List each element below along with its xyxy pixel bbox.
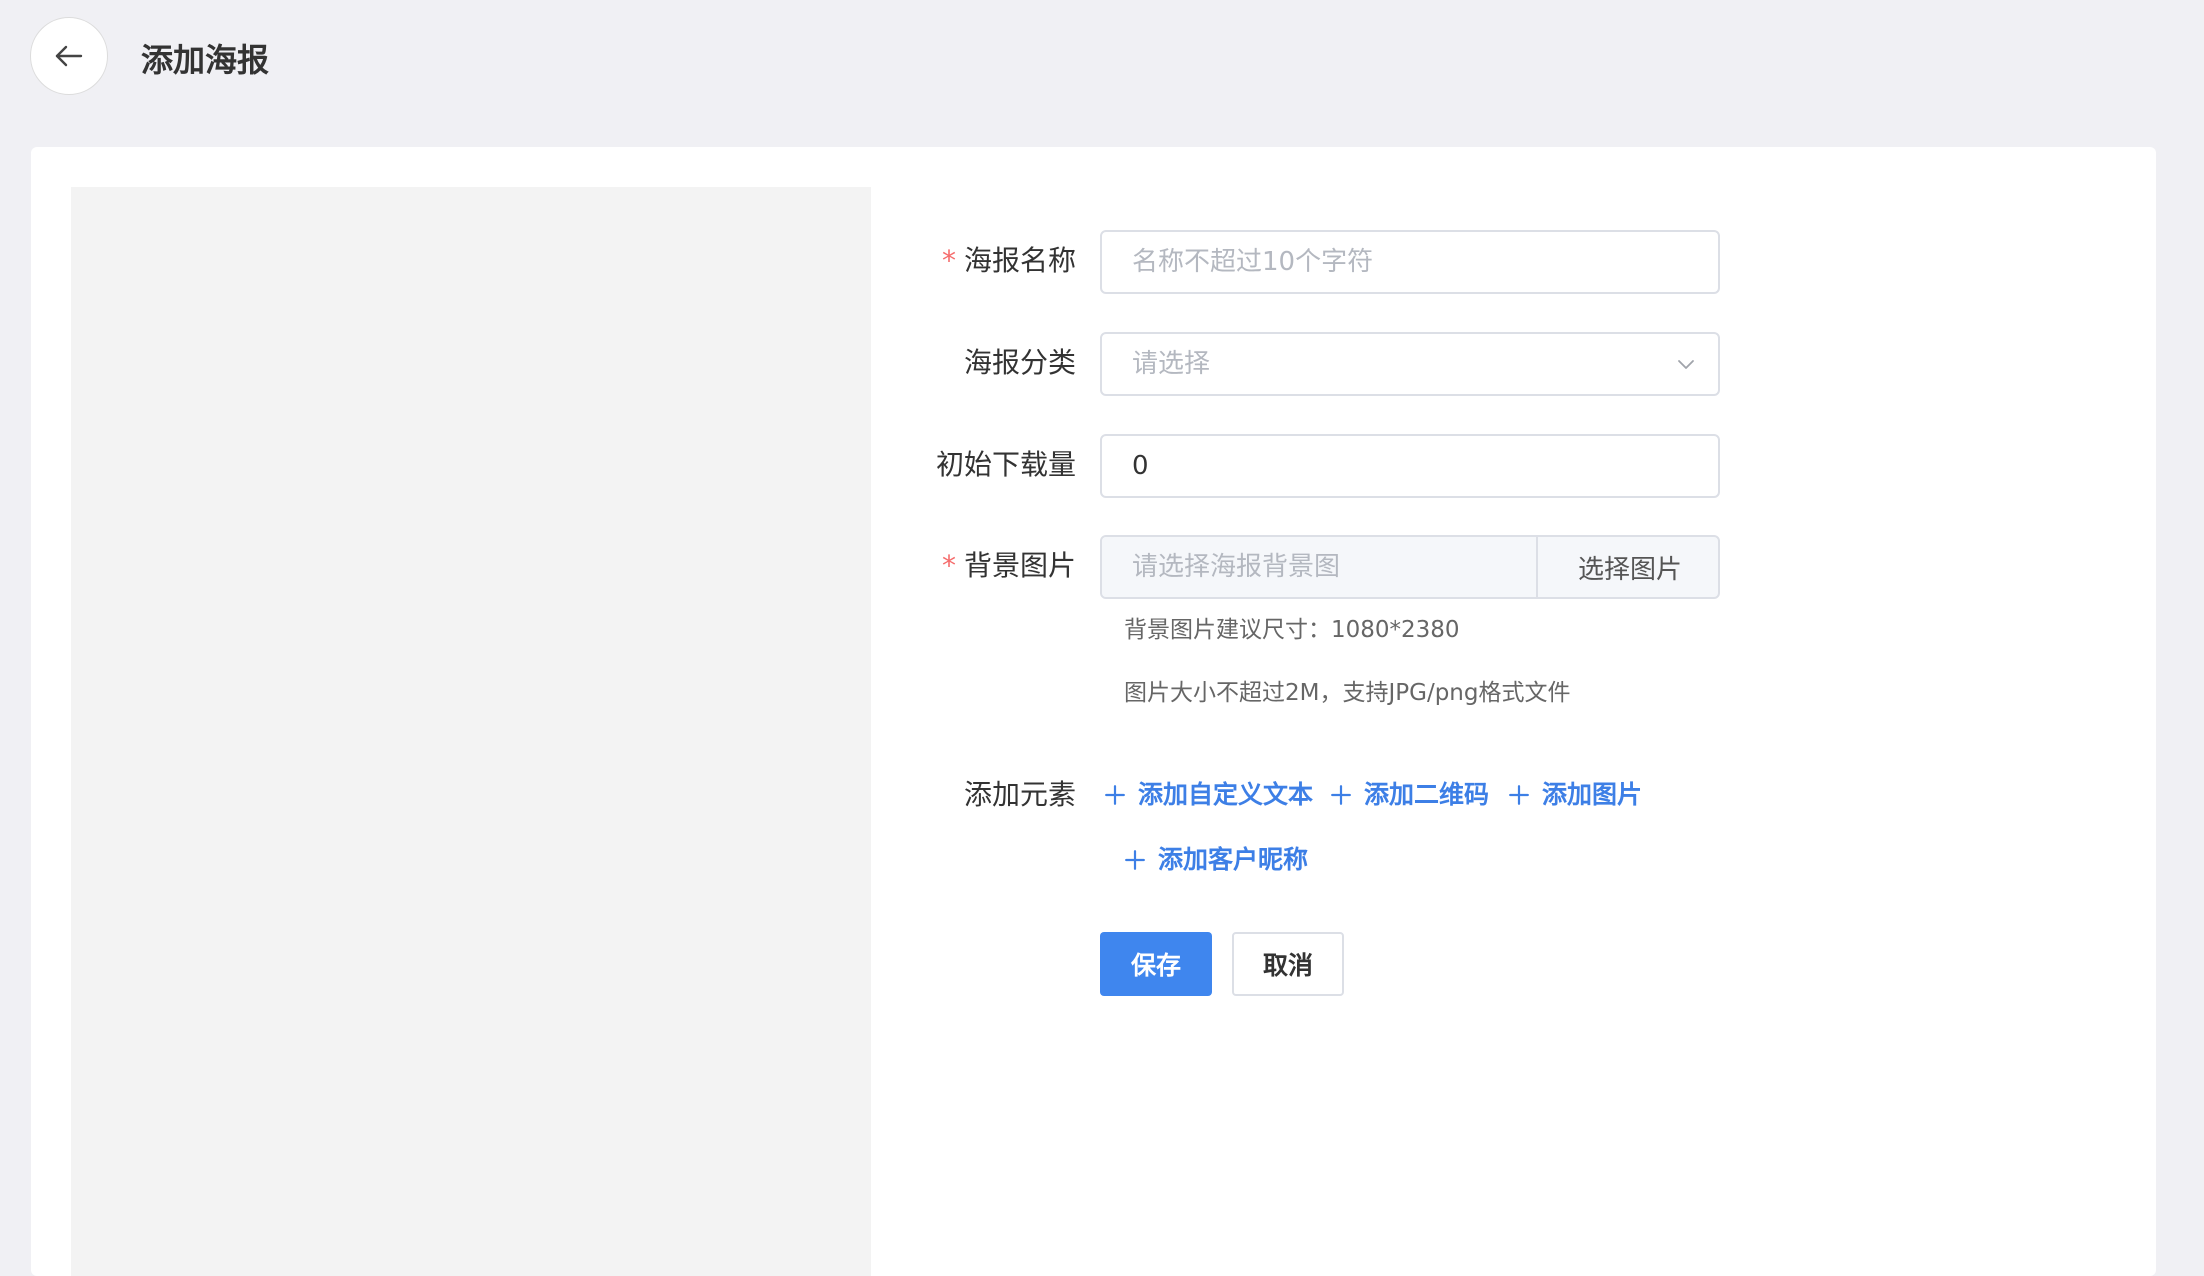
back-button[interactable] — [30, 17, 108, 95]
poster-category-label: 海报分类 — [963, 346, 1076, 379]
initial-downloads-label: 初始下载量 — [935, 448, 1076, 481]
plus-icon — [1125, 850, 1145, 870]
add-elements-label: 添加元素 — [963, 778, 1076, 811]
poster-preview — [71, 187, 871, 1276]
poster-name-input[interactable] — [1100, 230, 1720, 294]
save-button[interactable]: 保存 — [1100, 932, 1212, 996]
category-placeholder: 请选择 — [1132, 349, 1211, 379]
poster-category-select[interactable]: 请选择 — [1100, 332, 1720, 396]
page-title: 添加海报 — [141, 41, 270, 79]
main-card: *海报名称 海报分类 请选择 初始下载量 *背景图片 选择图片 背景图片建议尺寸… — [31, 147, 2156, 1276]
required-star: * — [941, 549, 956, 582]
background-image-label: * 背景图片 — [941, 549, 1076, 582]
poster-name-label: * 海报名称 — [941, 244, 1076, 277]
chevron-down-icon — [1678, 360, 1694, 369]
plus-icon — [1105, 785, 1125, 805]
arrow-left-icon — [55, 45, 83, 67]
plus-icon — [1509, 785, 1529, 805]
background-image-input[interactable] — [1102, 537, 1536, 597]
required-star: * — [941, 244, 956, 277]
background-size-hint: 背景图片建议尺寸：1080*2380 — [1124, 617, 1460, 643]
cancel-button[interactable]: 取消 — [1232, 932, 1344, 996]
add-customer-nickname-button[interactable]: 添加客户昵称 — [1124, 842, 1308, 878]
initial-downloads-input[interactable] — [1100, 434, 1720, 498]
plus-icon — [1331, 785, 1351, 805]
background-format-hint: 图片大小不超过2M，支持JPG/png格式文件 — [1124, 680, 1571, 706]
add-image-button[interactable]: 添加图片 — [1508, 777, 1642, 813]
background-image-picker: 选择图片 — [1100, 535, 1720, 599]
add-custom-text-button[interactable]: 添加自定义文本 — [1104, 777, 1313, 813]
add-qrcode-button[interactable]: 添加二维码 — [1330, 777, 1489, 813]
choose-image-button[interactable]: 选择图片 — [1536, 537, 1718, 597]
